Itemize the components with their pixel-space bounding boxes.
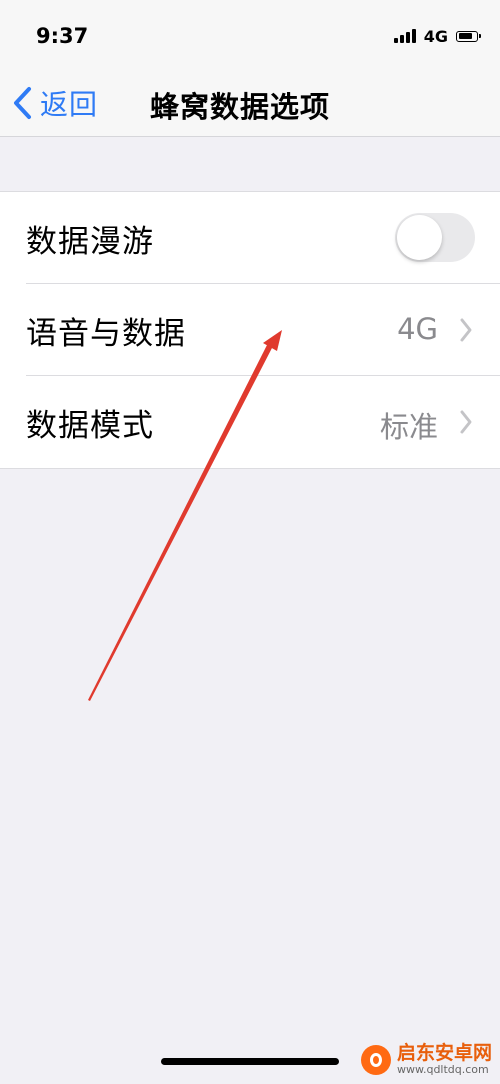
watermark-url: www.qdltdq.com	[396, 1062, 489, 1076]
setting-row-voice-data[interactable]: 语音与数据 4G	[0, 284, 500, 376]
status-time: 9:37	[36, 24, 89, 48]
status-bar: 9:37 4G	[0, 0, 500, 70]
row-label: 数据漫游	[26, 224, 154, 260]
status-indicators: 4G	[393, 25, 481, 47]
network-type: 4G	[423, 26, 448, 46]
watermark-logo-icon	[360, 1044, 391, 1075]
row-label: 数据模式	[26, 408, 154, 444]
toggle-knob	[397, 215, 442, 260]
battery-fill	[458, 33, 473, 39]
watermark-text: 启东安卓网 www.qdltdq.com	[397, 1043, 492, 1076]
row-value: 标准	[379, 410, 438, 444]
setting-row-data-mode[interactable]: 数据模式 标准	[0, 376, 500, 468]
settings-list: 数据漫游 语音与数据 4G 数据模式 标准	[0, 191, 500, 469]
signal-icon	[393, 29, 418, 43]
back-button[interactable]: 返回	[12, 82, 98, 124]
chevron-right-icon	[460, 318, 472, 342]
chevron-right-icon	[460, 410, 472, 434]
row-label: 语音与数据	[26, 316, 186, 352]
setting-row-data-roaming: 数据漫游	[0, 192, 500, 284]
row-value: 4G	[397, 312, 438, 346]
annotation-arrow	[88, 330, 282, 701]
data-roaming-toggle[interactable]	[395, 213, 475, 262]
watermark-name: 启东安卓网	[396, 1042, 492, 1065]
chevron-left-icon	[14, 87, 31, 119]
back-label: 返回	[40, 88, 99, 121]
nav-bar: 返回 蜂窝数据选项	[0, 70, 500, 137]
battery-icon	[456, 30, 481, 42]
page-title: 蜂窝数据选项	[150, 90, 331, 124]
home-indicator[interactable]	[161, 1058, 339, 1065]
watermark: 启东安卓网 www.qdltdq.com	[360, 1043, 492, 1076]
